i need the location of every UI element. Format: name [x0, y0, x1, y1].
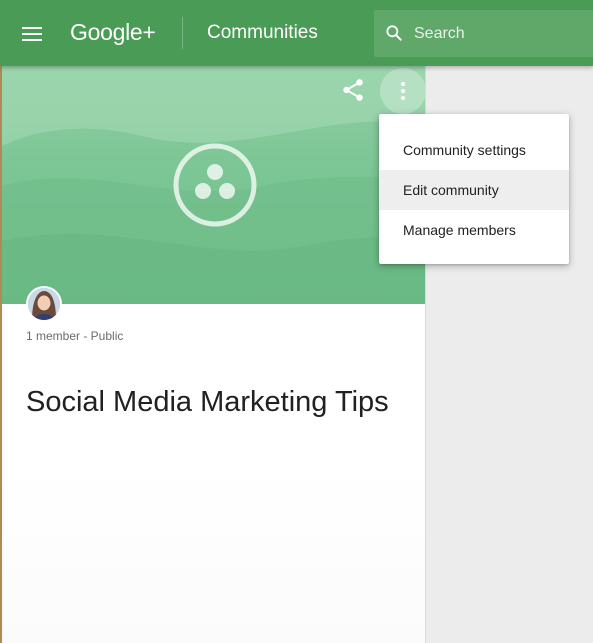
communities-icon: [173, 143, 257, 227]
community-meta: 1 member - Public: [26, 329, 124, 343]
more-options-button[interactable]: [380, 68, 425, 114]
avatar-image: [28, 288, 60, 320]
share-icon[interactable]: [340, 77, 366, 103]
member-avatar[interactable]: [26, 286, 62, 322]
search-icon[interactable]: [384, 23, 404, 43]
menu-item-community-settings[interactable]: Community settings: [379, 130, 569, 170]
search-box[interactable]: [374, 10, 593, 57]
top-app-bar: Google+ Communities: [0, 0, 593, 66]
header-divider: [182, 17, 183, 49]
menu-item-edit-community[interactable]: Edit community: [379, 170, 569, 210]
menu-item-manage-members[interactable]: Manage members: [379, 210, 569, 250]
card-content-area: [2, 466, 425, 643]
community-name: Social Media Marketing Tips: [26, 386, 389, 418]
search-input[interactable]: [414, 10, 593, 57]
more-vert-icon: [401, 82, 405, 100]
community-cover: [2, 66, 425, 304]
page-title: Communities: [207, 22, 318, 43]
google-plus-logo[interactable]: Google+: [70, 17, 156, 47]
community-options-menu: Community settings Edit community Manage…: [379, 114, 569, 264]
hamburger-menu-icon[interactable]: [22, 26, 42, 42]
community-card: 1 member - Public Social Media Marketing…: [2, 66, 426, 643]
